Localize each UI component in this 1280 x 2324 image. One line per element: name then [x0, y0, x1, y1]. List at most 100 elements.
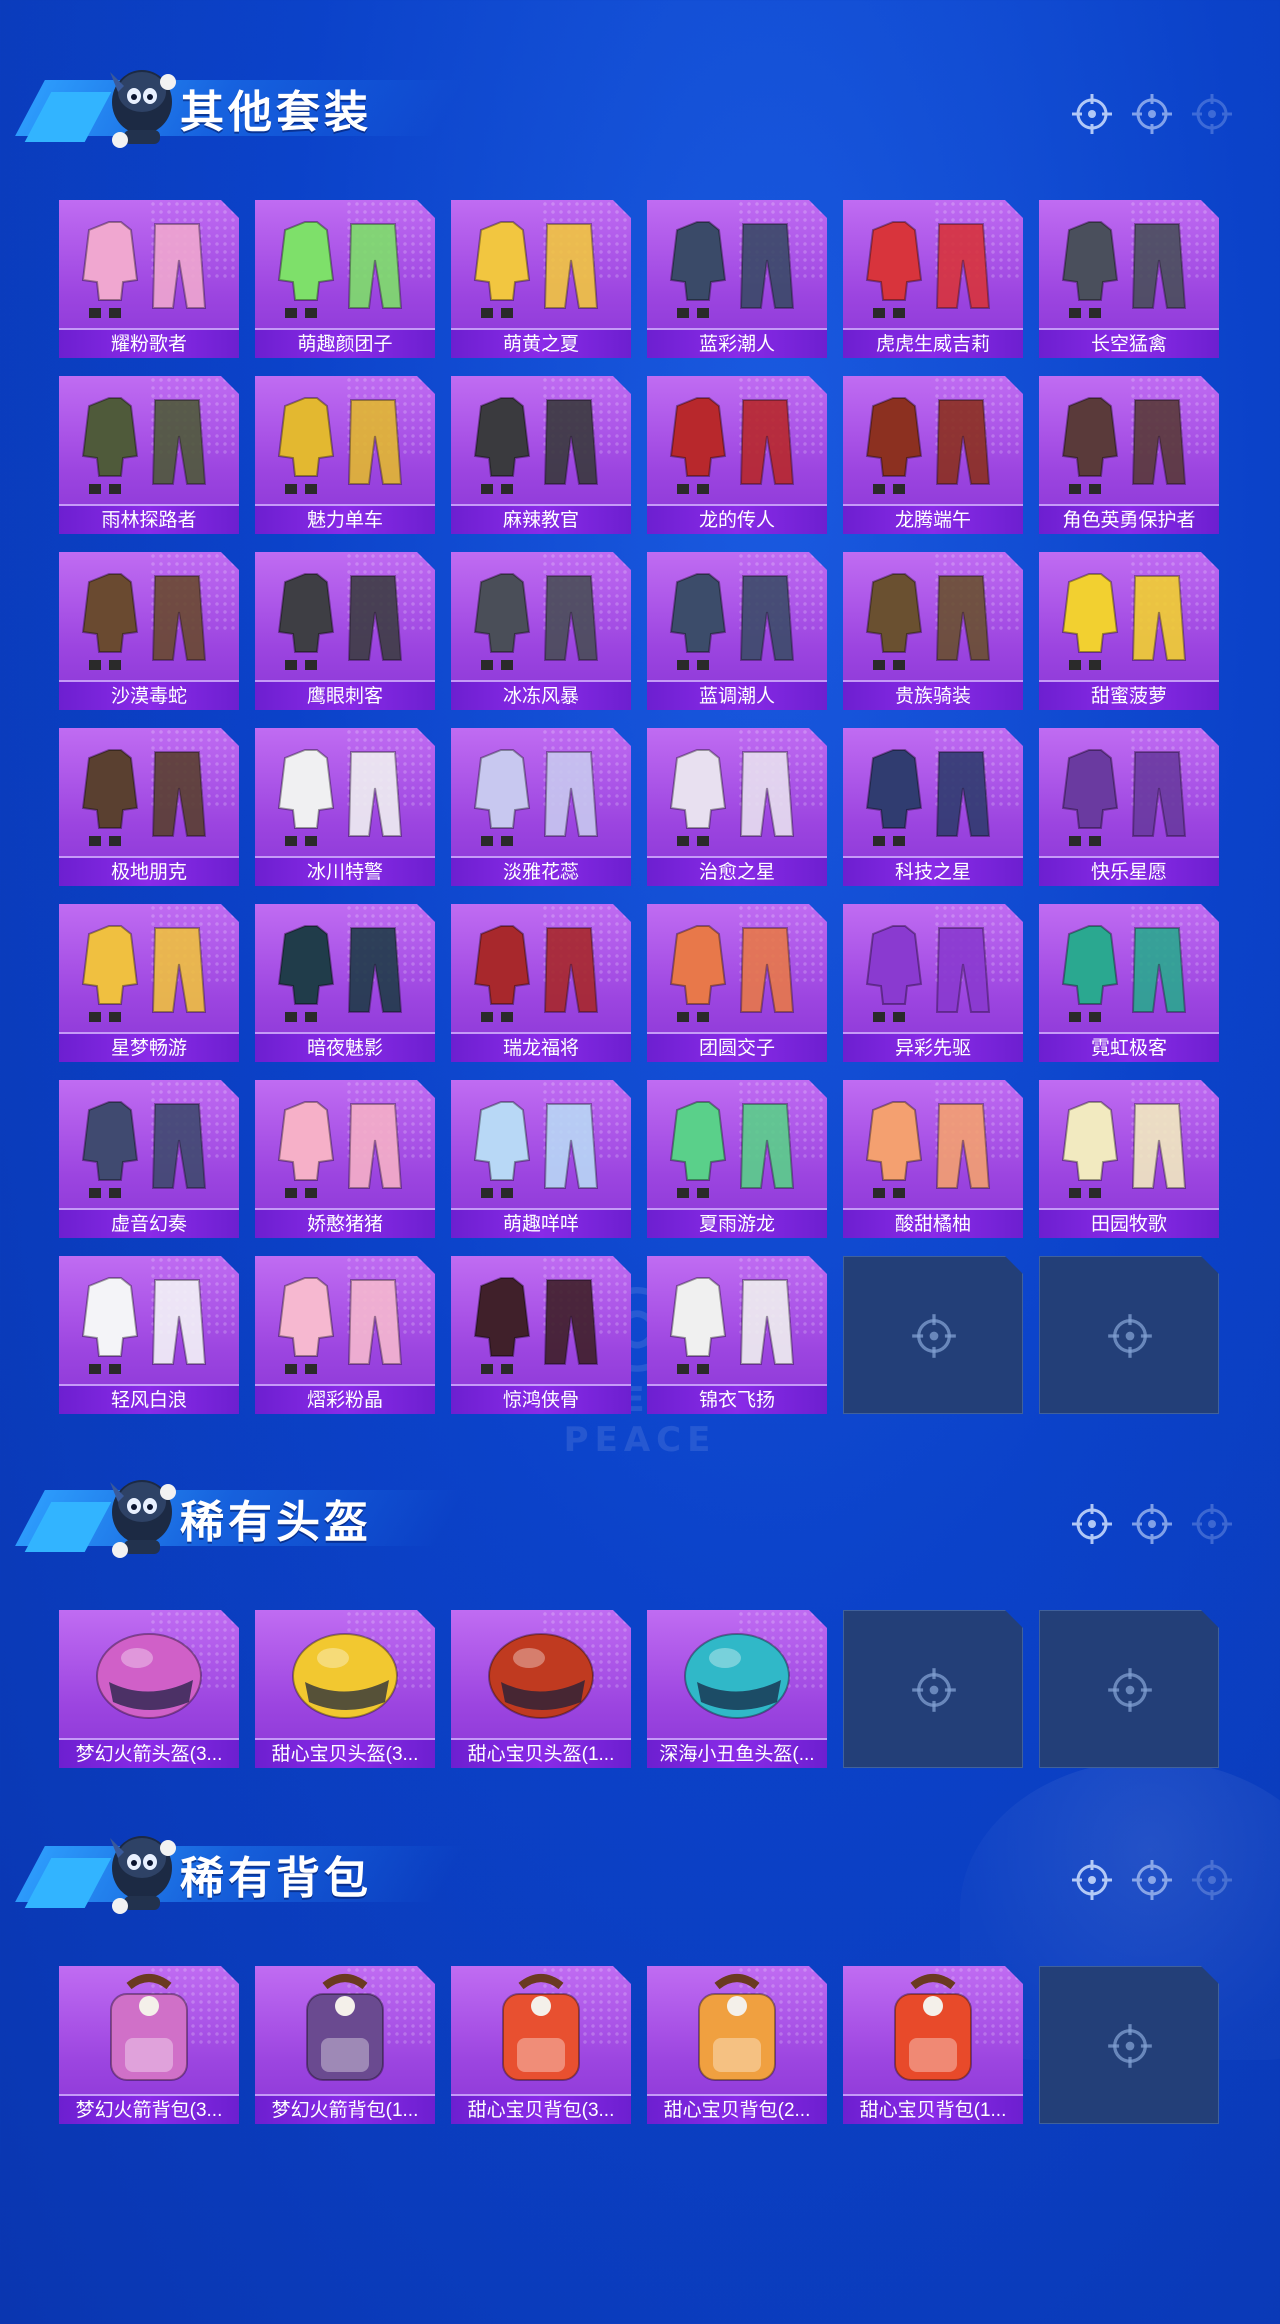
crosshair-icon [1070, 1858, 1114, 1902]
item-name: 甜心宝贝头盔(3... [255, 1738, 435, 1768]
item-card[interactable]: 甜心宝贝头盔(1... [451, 1610, 631, 1768]
item-image [647, 200, 827, 326]
item-name: 星梦畅游 [59, 1032, 239, 1062]
crosshair-icon [1190, 1502, 1234, 1546]
item-name: 沙漠毒蛇 [59, 680, 239, 710]
item-card[interactable]: 龙腾端午 [843, 376, 1023, 534]
item-card[interactable]: 甜心宝贝背包(3... [451, 1966, 631, 2124]
item-name: 耀粉歌者 [59, 328, 239, 358]
item-name: 贵族骑装 [843, 680, 1023, 710]
item-name: 蓝彩潮人 [647, 328, 827, 358]
item-image [255, 1080, 435, 1206]
item-card[interactable]: 萌黄之夏 [451, 200, 631, 358]
item-card[interactable]: 惊鸿侠骨 [451, 1256, 631, 1414]
item-card[interactable]: 麻辣教官 [451, 376, 631, 534]
item-card[interactable]: 萌趣颜团子 [255, 200, 435, 358]
item-name: 甜心宝贝背包(1... [843, 2094, 1023, 2124]
item-name: 蓝调潮人 [647, 680, 827, 710]
crosshair-icon [1190, 92, 1234, 136]
item-image [59, 552, 239, 678]
item-name: 梦幻火箭头盔(3... [59, 1738, 239, 1768]
empty-slot [1039, 1256, 1219, 1414]
item-image [255, 1256, 435, 1382]
item-name: 魅力单车 [255, 504, 435, 534]
item-card[interactable]: 田园牧歌 [1039, 1080, 1219, 1238]
item-image [59, 376, 239, 502]
item-card[interactable]: 耀粉歌者 [59, 200, 239, 358]
item-card[interactable]: 甜心宝贝背包(2... [647, 1966, 827, 2124]
section-decoration [1070, 1858, 1250, 1902]
item-card[interactable]: 魅力单车 [255, 376, 435, 534]
item-name: 萌趣颜团子 [255, 328, 435, 358]
empty-slot [1039, 1966, 1219, 2124]
item-card[interactable]: 极地朋克 [59, 728, 239, 886]
item-image [647, 1610, 827, 1736]
item-card[interactable]: 星梦畅游 [59, 904, 239, 1062]
item-image [255, 1966, 435, 2092]
item-image [59, 1610, 239, 1736]
mascot-icon [90, 52, 194, 156]
item-image [647, 1966, 827, 2092]
section-title: 其他套装 [180, 87, 372, 138]
item-card[interactable]: 淡雅花蕊 [451, 728, 631, 886]
item-card[interactable]: 酸甜橘柚 [843, 1080, 1023, 1238]
item-card[interactable]: 暗夜魅影 [255, 904, 435, 1062]
item-card[interactable]: 梦幻火箭头盔(3... [59, 1610, 239, 1768]
crosshair-icon [1190, 1858, 1234, 1902]
item-name: 角色英勇保护者 [1039, 504, 1219, 534]
mascot-icon [90, 1818, 194, 1922]
item-card[interactable]: 快乐星愿 [1039, 728, 1219, 886]
item-card[interactable]: 霓虹极客 [1039, 904, 1219, 1062]
item-card[interactable]: 梦幻火箭背包(3... [59, 1966, 239, 2124]
section-decoration [1070, 92, 1250, 136]
item-card[interactable]: 熠彩粉晶 [255, 1256, 435, 1414]
item-card[interactable]: 锦衣飞扬 [647, 1256, 827, 1414]
item-card[interactable]: 治愈之星 [647, 728, 827, 886]
item-name: 长空猛禽 [1039, 328, 1219, 358]
item-card[interactable]: 虎虎生威吉莉 [843, 200, 1023, 358]
item-image [1039, 1080, 1219, 1206]
item-card[interactable]: 鹰眼刺客 [255, 552, 435, 710]
item-card[interactable]: 梦幻火箭背包(1... [255, 1966, 435, 2124]
item-name: 惊鸿侠骨 [451, 1384, 631, 1414]
item-image [1039, 552, 1219, 678]
item-image [255, 728, 435, 854]
item-card[interactable]: 甜心宝贝头盔(3... [255, 1610, 435, 1768]
item-card[interactable]: 娇憨猪猪 [255, 1080, 435, 1238]
item-name: 龙腾端午 [843, 504, 1023, 534]
item-card[interactable]: 异彩先驱 [843, 904, 1023, 1062]
item-image [255, 552, 435, 678]
crosshair-icon [1130, 1858, 1174, 1902]
item-card[interactable]: 甜蜜菠萝 [1039, 552, 1219, 710]
item-card[interactable]: 角色英勇保护者 [1039, 376, 1219, 534]
item-card[interactable]: 雨林探路者 [59, 376, 239, 534]
item-card[interactable]: 甜心宝贝背包(1... [843, 1966, 1023, 2124]
item-card[interactable]: 长空猛禽 [1039, 200, 1219, 358]
item-card[interactable]: 沙漠毒蛇 [59, 552, 239, 710]
item-card[interactable]: 轻风白浪 [59, 1256, 239, 1414]
item-card[interactable]: 冰川特警 [255, 728, 435, 886]
item-card[interactable]: 深海小丑鱼头盔(... [647, 1610, 827, 1768]
item-card[interactable]: 科技之星 [843, 728, 1023, 886]
item-image [451, 1256, 631, 1382]
item-card[interactable]: 虚音幻奏 [59, 1080, 239, 1238]
item-image [451, 1610, 631, 1736]
item-card[interactable]: 贵族骑装 [843, 552, 1023, 710]
item-card[interactable]: 萌趣咩咩 [451, 1080, 631, 1238]
item-card[interactable]: 龙的传人 [647, 376, 827, 534]
item-card[interactable]: 团圆交子 [647, 904, 827, 1062]
item-card[interactable]: 蓝调潮人 [647, 552, 827, 710]
item-image [255, 376, 435, 502]
item-image [451, 728, 631, 854]
empty-slot [843, 1256, 1023, 1414]
item-name: 雨林探路者 [59, 504, 239, 534]
empty-slot [843, 1610, 1023, 1768]
item-name: 瑞龙福将 [451, 1032, 631, 1062]
item-name: 极地朋克 [59, 856, 239, 886]
item-image [451, 376, 631, 502]
item-card[interactable]: 蓝彩潮人 [647, 200, 827, 358]
item-card[interactable]: 瑞龙福将 [451, 904, 631, 1062]
item-card[interactable]: 夏雨游龙 [647, 1080, 827, 1238]
item-image [647, 1080, 827, 1206]
item-card[interactable]: 冰冻风暴 [451, 552, 631, 710]
